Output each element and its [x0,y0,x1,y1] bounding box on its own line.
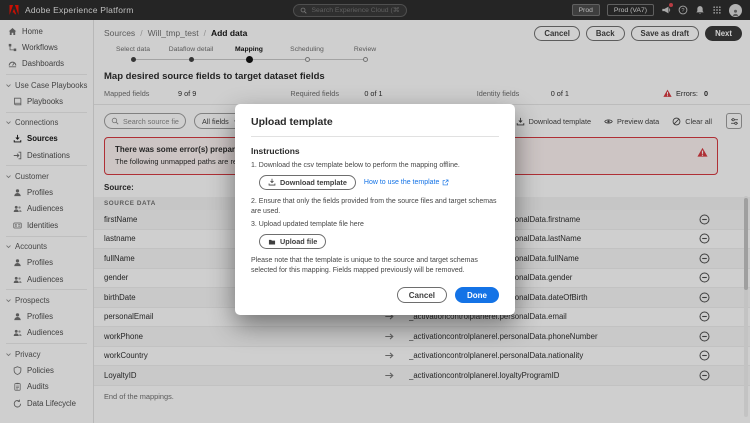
instruction-step-3: 3. Upload updated template file here [251,220,499,230]
instructions-heading: Instructions [251,146,499,156]
upload-row: Upload file [259,234,499,249]
template-note: Please note that the template is unique … [251,256,499,276]
app-screen: Adobe Experience Platform Prod Prod (VA7… [0,0,750,423]
external-link-icon [442,179,449,186]
upload-file-button[interactable]: Upload file [259,234,326,249]
download-row: Download template How to use the templat… [259,175,499,190]
instruction-step-1: 1. Download the csv template below to pe… [251,161,499,171]
how-to-use-template-label: How to use the template [364,179,440,186]
dialog-download-template-label: Download template [280,178,347,187]
dialog-title: Upload template [251,116,499,128]
upload-template-dialog: Upload template Instructions 1. Download… [235,104,515,315]
upload-file-icon [268,238,276,246]
download-icon [268,178,276,186]
how-to-use-template-link[interactable]: How to use the template [364,179,450,186]
dialog-done-button[interactable]: Done [455,287,499,303]
instruction-step-2: 2. Ensure that only the fields provided … [251,197,499,217]
dialog-cancel-button[interactable]: Cancel [397,287,447,303]
dialog-divider [251,136,499,137]
upload-file-label: Upload file [280,237,317,246]
dialog-download-template-button[interactable]: Download template [259,175,356,190]
dialog-footer: Cancel Done [251,287,499,303]
